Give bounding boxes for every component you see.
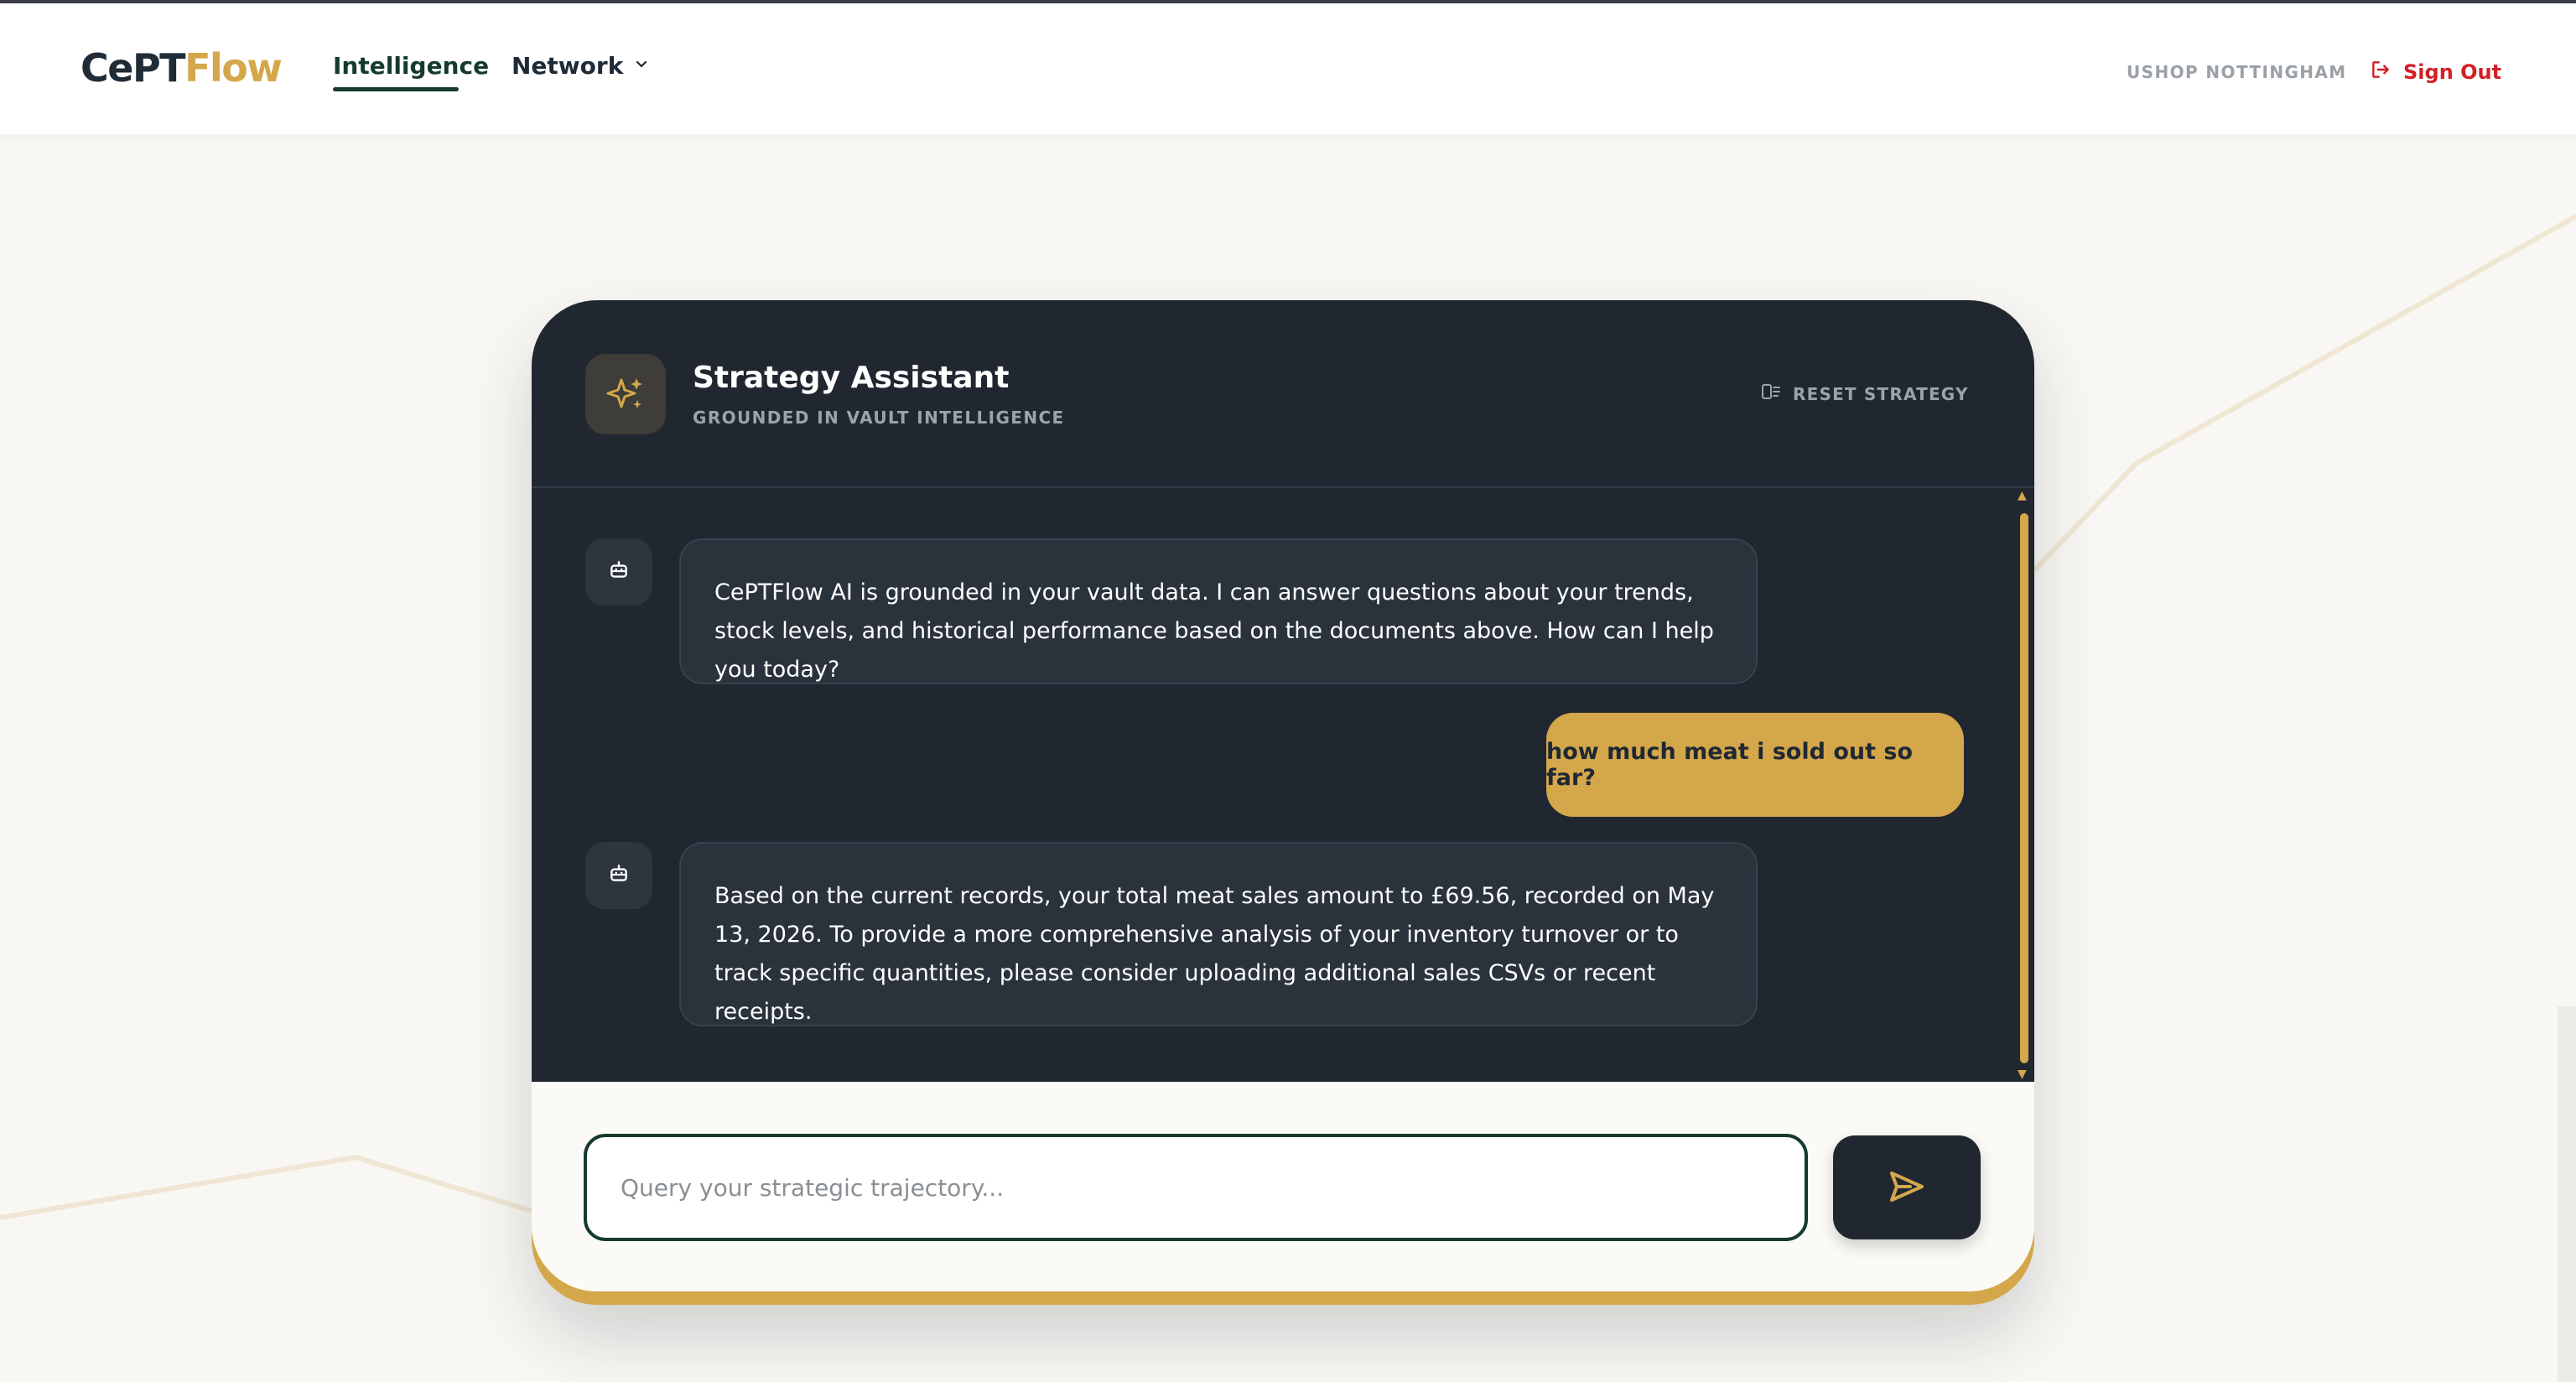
app-logo[interactable]: CePTFlow (80, 45, 283, 91)
assistant-header: Strategy Assistant GROUNDED IN VAULT INT… (532, 300, 2034, 488)
bot-avatar (585, 842, 652, 909)
sign-out-button[interactable]: Sign Out (2370, 59, 2501, 86)
user-message: how much meat i sold out so far? (1546, 713, 1964, 817)
robot-icon (608, 863, 630, 888)
top-navbar: CePTFlow Intelligence Network USHOP NOTT… (0, 3, 2576, 134)
composer (532, 1082, 2034, 1291)
send-icon (1888, 1170, 1925, 1206)
bot-avatar (585, 538, 652, 605)
chat-message-list[interactable]: CePTFlow AI is grounded in your vault da… (532, 488, 2034, 1082)
send-button[interactable] (1833, 1135, 1981, 1239)
clear-list-icon (1761, 382, 1781, 405)
reset-strategy-label: RESET STRATEGY (1793, 383, 1969, 404)
assistant-message: CePTFlow AI is grounded in your vault da… (679, 538, 1758, 684)
logo-text-accent: Flow (184, 45, 283, 91)
scroll-down-arrow[interactable]: ▼ (2018, 1068, 2027, 1080)
sign-out-label: Sign Out (2403, 60, 2502, 84)
reset-strategy-button[interactable]: RESET STRATEGY (1761, 382, 1969, 405)
scroll-up-arrow[interactable]: ▲ (2018, 490, 2027, 501)
nav-network-label: Network (512, 52, 624, 80)
assistant-subtitle: GROUNDED IN VAULT INTELLIGENCE (693, 408, 1065, 428)
sign-out-icon (2370, 59, 2392, 86)
robot-icon (608, 559, 630, 584)
scrollbar-thumb[interactable] (2020, 513, 2028, 1063)
sparkles-icon (585, 354, 666, 434)
store-name: USHOP NOTTINGHAM (2127, 62, 2347, 82)
chevron-down-icon (635, 57, 648, 75)
logo-text-primary: CePT (80, 45, 186, 91)
assistant-message: Based on the current records, your total… (679, 842, 1758, 1026)
nav-network[interactable]: Network (512, 52, 648, 80)
assistant-title: Strategy Assistant (693, 361, 1010, 395)
nav-active-indicator (333, 87, 459, 91)
nav-intelligence[interactable]: Intelligence (333, 52, 489, 80)
strategy-assistant-card: Strategy Assistant GROUNDED IN VAULT INT… (532, 300, 2034, 1305)
query-input[interactable] (584, 1134, 1808, 1241)
card-body: Strategy Assistant GROUNDED IN VAULT INT… (532, 300, 2034, 1291)
